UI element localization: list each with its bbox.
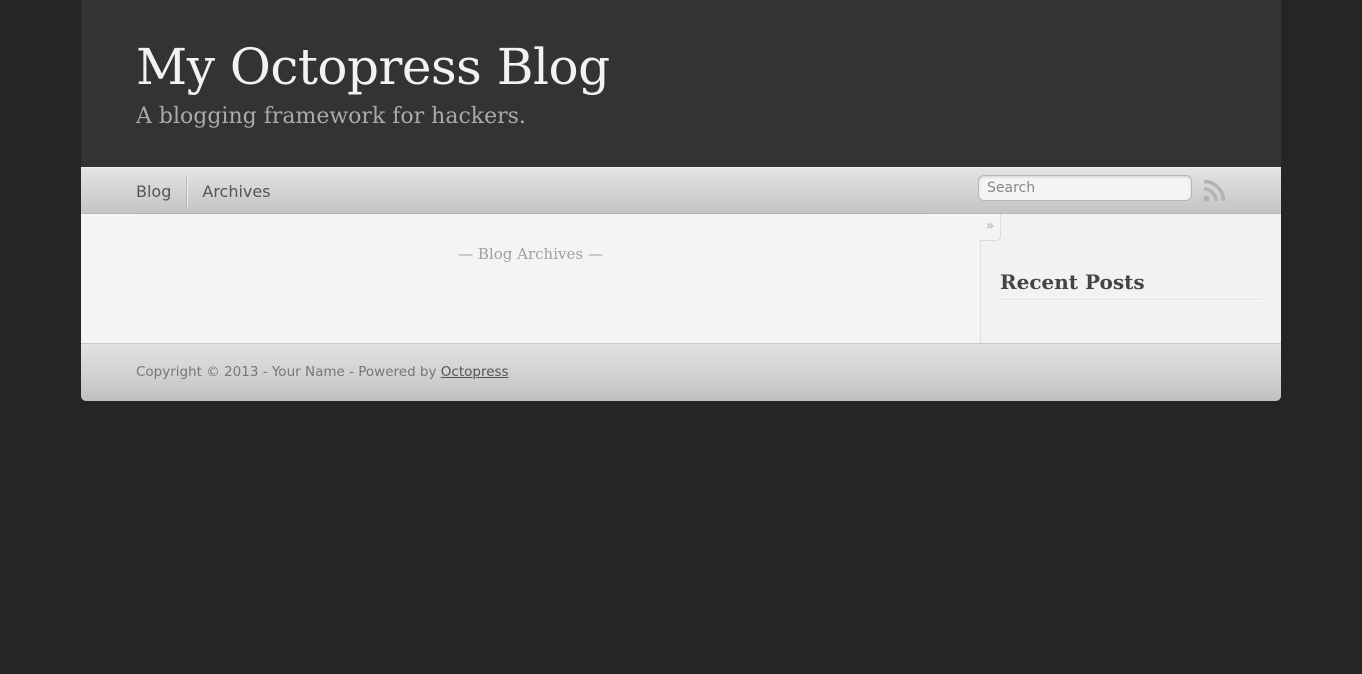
nav-list: Blog Archives	[136, 177, 286, 207]
search-input[interactable]	[978, 175, 1192, 201]
nav-item-archives[interactable]: Archives	[187, 178, 285, 206]
octopress-link[interactable]: Octopress	[441, 364, 509, 380]
nav-item-blog[interactable]: Blog	[136, 178, 186, 206]
archives-heading: — Blog Archives —	[458, 245, 603, 263]
rss-icon[interactable]	[1202, 179, 1226, 203]
copyright-label: Copyright © 2013 - Your Name - Powered b…	[136, 364, 441, 380]
site-subtitle: A blogging framework for hackers.	[136, 104, 526, 129]
site-footer: Copyright © 2013 - Your Name - Powered b…	[81, 343, 1281, 401]
copyright-text: Copyright © 2013 - Your Name - Powered b…	[136, 363, 509, 381]
sidebar: » Recent Posts	[980, 214, 1281, 343]
site-title[interactable]: My Octopress Blog	[136, 36, 610, 98]
main-nav: Blog Archives	[81, 167, 1281, 214]
site-header: My Octopress Blog A blogging framework f…	[81, 0, 1281, 167]
recent-posts-heading: Recent Posts	[1000, 268, 1261, 300]
main-area: — Blog Archives — » Recent Posts	[81, 214, 1281, 343]
sidebar-collapse-toggle[interactable]: »	[980, 214, 1001, 241]
page-container: My Octopress Blog A blogging framework f…	[81, 0, 1281, 401]
